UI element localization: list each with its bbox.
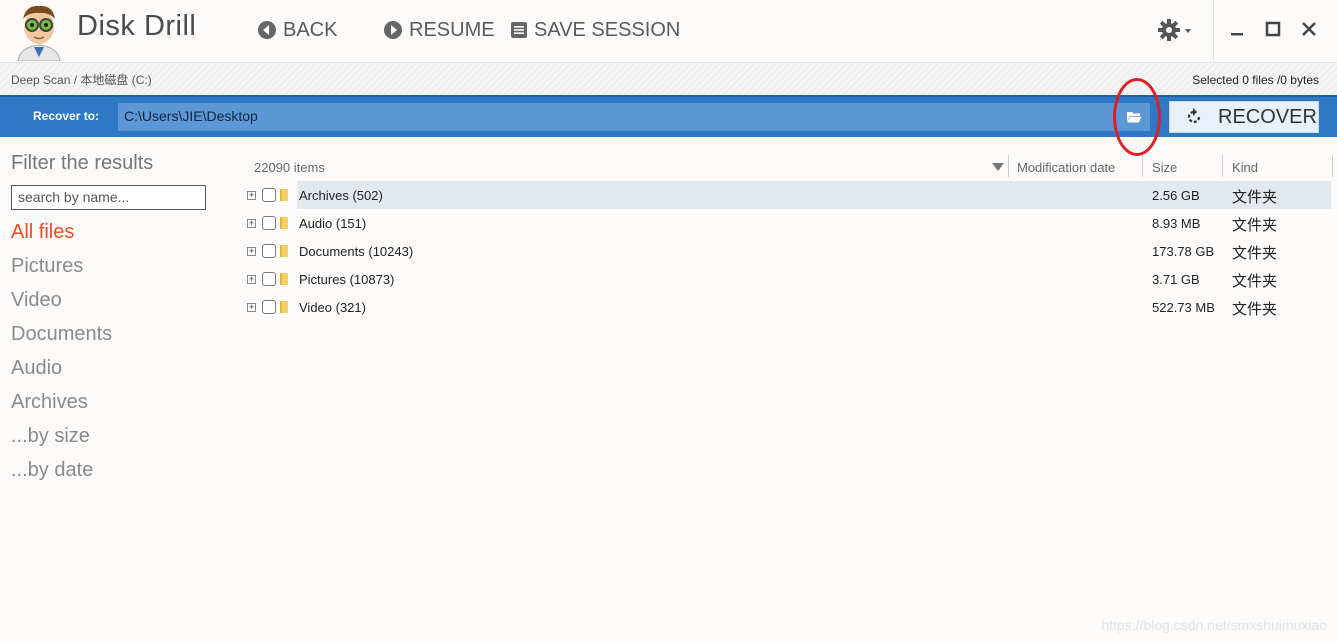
- divider: [1213, 0, 1214, 62]
- filter-title: Filter the results: [11, 152, 154, 174]
- expand-icon[interactable]: +: [247, 219, 256, 228]
- row-checkbox[interactable]: [262, 188, 276, 202]
- table-row[interactable]: + Documents (10243) 173.78 GB 文件夹: [242, 237, 1334, 265]
- row-name: Documents (10243): [299, 244, 414, 259]
- column-size[interactable]: Size: [1152, 160, 1177, 175]
- row-name: Video (321): [299, 300, 366, 315]
- search-input[interactable]: search by name...: [11, 185, 206, 210]
- row-kind: 文件夹: [1232, 301, 1278, 318]
- row-checkbox[interactable]: [262, 300, 276, 314]
- row-name: Archives (502): [299, 188, 383, 203]
- row-size: 522.73 MB: [1152, 300, 1215, 315]
- table-row[interactable]: + Audio (151) 8.93 MB 文件夹: [242, 209, 1334, 237]
- results-table: 22090 items Modification date Size Kind …: [242, 155, 1334, 321]
- title-bar: Disk Drill BACK RESUME SAVE SESSION: [0, 0, 1337, 62]
- row-checkbox[interactable]: [262, 272, 276, 286]
- filter-audio[interactable]: Audio: [11, 357, 112, 391]
- annotation-circle: [1113, 78, 1161, 156]
- row-kind: 文件夹: [1232, 273, 1278, 290]
- gear-icon: [1158, 19, 1191, 41]
- filter-all-files[interactable]: All files: [11, 221, 112, 255]
- recover-to-label: Recover to:: [33, 109, 100, 123]
- filter-documents[interactable]: Documents: [11, 323, 112, 357]
- back-arrow-icon: [258, 21, 276, 39]
- settings-button[interactable]: [1157, 18, 1193, 42]
- app-title: Disk Drill: [77, 10, 197, 42]
- row-size: 8.93 MB: [1152, 216, 1201, 231]
- filter-by-date[interactable]: ...by date: [11, 459, 112, 493]
- refresh-icon: [1187, 108, 1201, 124]
- filter-list: All files Pictures Video Documents Audio…: [11, 221, 112, 493]
- column-modification-date[interactable]: Modification date: [1017, 160, 1115, 175]
- expand-icon[interactable]: +: [247, 275, 256, 284]
- filter-archives[interactable]: Archives: [11, 391, 112, 425]
- column-divider: [1008, 155, 1009, 177]
- item-count: 22090 items: [254, 160, 325, 175]
- row-size: 2.56 GB: [1152, 188, 1200, 203]
- table-row[interactable]: + Archives (502) 2.56 GB 文件夹: [242, 181, 1334, 209]
- folder-icon: [280, 273, 288, 285]
- filter-video[interactable]: Video: [11, 289, 112, 323]
- table-header: 22090 items Modification date Size Kind: [242, 155, 1334, 181]
- save-session-button[interactable]: SAVE SESSION: [510, 18, 680, 42]
- filter-pictures[interactable]: Pictures: [11, 255, 112, 289]
- folder-icon: [280, 245, 288, 257]
- filter-by-size[interactable]: ...by size: [11, 425, 112, 459]
- selection-status: Selected 0 files /0 bytes: [1192, 73, 1319, 87]
- close-icon: [1302, 22, 1316, 36]
- sort-down-icon[interactable]: [992, 163, 1004, 171]
- play-icon: [384, 21, 402, 39]
- row-size: 3.71 GB: [1152, 272, 1200, 287]
- expand-icon[interactable]: +: [247, 191, 256, 200]
- recover-label: RECOVER: [1218, 105, 1317, 128]
- expand-icon[interactable]: +: [247, 303, 256, 312]
- minimize-icon: [1231, 33, 1243, 36]
- resume-label: RESUME: [409, 18, 495, 41]
- row-kind: 文件夹: [1232, 245, 1278, 262]
- row-kind: 文件夹: [1232, 189, 1278, 206]
- back-button[interactable]: BACK: [257, 18, 337, 42]
- watermark: https://blog.csdn.net/smxshuimuxiao: [1101, 617, 1327, 633]
- column-kind[interactable]: Kind: [1232, 160, 1258, 175]
- recover-button[interactable]: RECOVER: [1169, 101, 1319, 133]
- row-checkbox[interactable]: [262, 216, 276, 230]
- close-button[interactable]: [1298, 18, 1320, 40]
- minimize-button[interactable]: [1226, 18, 1248, 40]
- resume-button[interactable]: RESUME: [383, 18, 495, 42]
- row-name: Audio (151): [299, 216, 367, 231]
- folder-icon: [280, 301, 288, 313]
- breadcrumb: Deep Scan / 本地磁盘 (C:): [11, 73, 152, 87]
- back-label: BACK: [283, 18, 338, 41]
- maximize-button[interactable]: [1262, 18, 1284, 40]
- maximize-icon: [1265, 21, 1281, 37]
- filter-sidebar: Filter the results search by name... All…: [0, 137, 230, 641]
- column-divider: [1142, 155, 1143, 177]
- app-logo-icon: [14, 3, 64, 62]
- table-row[interactable]: + Video (321) 522.73 MB 文件夹: [242, 293, 1334, 321]
- row-name: Pictures (10873): [299, 272, 395, 287]
- table-row[interactable]: + Pictures (10873) 3.71 GB 文件夹: [242, 265, 1334, 293]
- row-size: 173.78 GB: [1152, 244, 1215, 259]
- row-kind: 文件夹: [1232, 217, 1278, 234]
- list-icon: [511, 22, 527, 38]
- recover-path-field[interactable]: C:\Users\JIE\Desktop: [118, 103, 1150, 131]
- expand-icon[interactable]: +: [247, 247, 256, 256]
- save-session-label: SAVE SESSION: [534, 18, 681, 41]
- column-divider: [1222, 155, 1223, 177]
- folder-icon: [280, 217, 288, 229]
- row-checkbox[interactable]: [262, 244, 276, 258]
- folder-icon: [280, 189, 288, 201]
- column-divider: [1332, 155, 1333, 177]
- chevron-down-icon: [1185, 29, 1191, 33]
